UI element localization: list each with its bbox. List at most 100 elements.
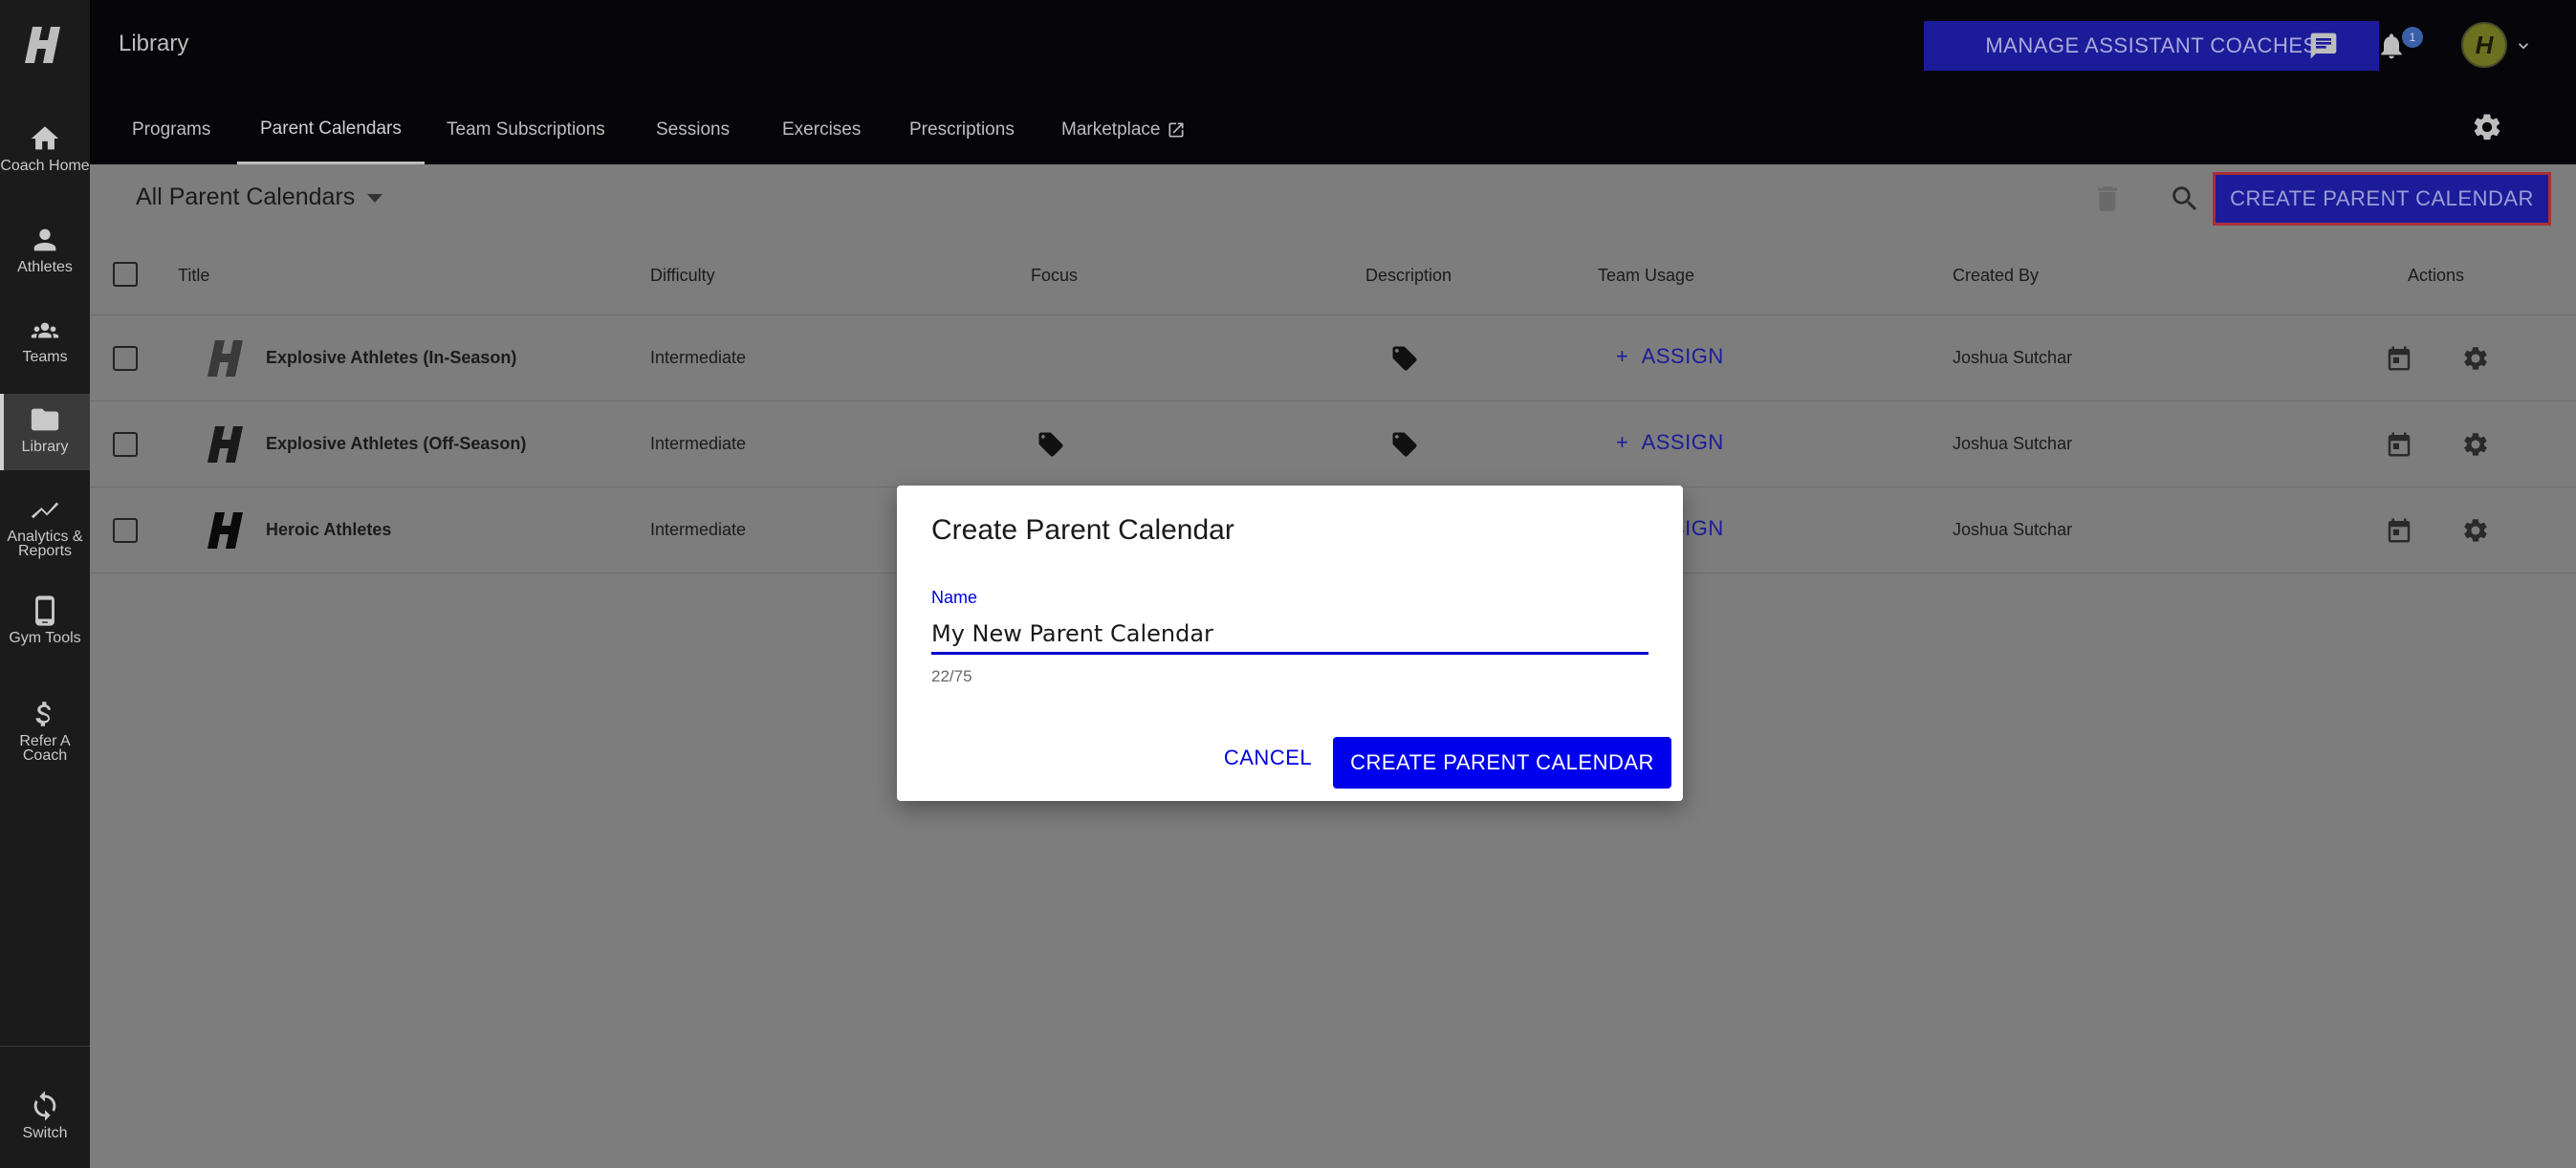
tab-label: Sessions bbox=[656, 119, 731, 140]
create-parent-calendar-confirm-button[interactable]: CREATE PARENT CALENDAR bbox=[1333, 737, 1671, 789]
sidebar-item-label: Coach Home bbox=[0, 158, 90, 174]
assign-button[interactable]: + ASSIGN bbox=[1616, 344, 1724, 369]
trending-up-icon bbox=[31, 502, 59, 519]
hudl-logo-icon[interactable] bbox=[21, 21, 67, 69]
create-parent-calendar-dialog: Create Parent Calendar Name 22/75 CANCEL… bbox=[897, 486, 1683, 801]
calendar-icon[interactable] bbox=[2385, 344, 2413, 373]
notification-badge: 1 bbox=[2402, 27, 2423, 48]
avatar-letter: H bbox=[2475, 30, 2494, 59]
tab-programs[interactable]: Programs bbox=[132, 96, 210, 164]
tag-icon[interactable] bbox=[1390, 430, 1419, 459]
column-header-difficulty[interactable]: Difficulty bbox=[650, 266, 715, 286]
create-parent-calendar-button[interactable]: CREATE PARENT CALENDAR bbox=[2213, 172, 2551, 226]
tab-label: Parent Calendars bbox=[260, 118, 402, 139]
assign-label: ASSIGN bbox=[1641, 344, 1724, 368]
sidebar-item-refer-coach[interactable]: Refer A Coach bbox=[0, 698, 90, 774]
sidebar-item-switch[interactable]: Switch bbox=[0, 1090, 90, 1147]
sidebar: Coach Home Athletes Teams Library Analyt… bbox=[0, 0, 90, 1168]
row-created-by: Joshua Sutchar bbox=[1953, 520, 2073, 539]
row-title[interactable]: Explosive Athletes (In-Season) bbox=[266, 348, 516, 368]
tab-marketplace[interactable]: Marketplace bbox=[1061, 96, 1186, 164]
gear-icon[interactable] bbox=[2461, 516, 2490, 545]
table-row[interactable]: Explosive Athletes (Off-Season) Intermed… bbox=[90, 401, 2576, 487]
cancel-button[interactable]: CANCEL bbox=[1211, 738, 1325, 778]
sidebar-item-library[interactable]: Library bbox=[0, 394, 90, 470]
library-tabs: Programs Parent Calendars Team Subscript… bbox=[90, 96, 1429, 164]
row-checkbox[interactable] bbox=[113, 346, 138, 371]
character-counter: 22/75 bbox=[931, 667, 972, 685]
sidebar-item-label: Refer A Coach bbox=[19, 733, 71, 764]
calendar-icon[interactable] bbox=[2385, 516, 2413, 545]
column-header-focus[interactable]: Focus bbox=[1031, 266, 1078, 286]
name-input[interactable] bbox=[931, 615, 1648, 655]
row-difficulty: Intermediate bbox=[650, 520, 747, 539]
page-title: Library bbox=[119, 31, 189, 56]
search-icon[interactable] bbox=[2169, 182, 2201, 216]
program-logo-icon bbox=[207, 340, 243, 377]
gear-icon[interactable] bbox=[2461, 344, 2490, 373]
tab-label: Prescriptions bbox=[909, 119, 1015, 140]
sidebar-item-athletes[interactable]: Athletes bbox=[0, 224, 90, 291]
sidebar-item-label: Library bbox=[21, 439, 69, 455]
row-created-by: Joshua Sutchar bbox=[1953, 434, 2073, 453]
column-header-created-by[interactable]: Created By bbox=[1953, 266, 2039, 286]
tab-label: Exercises bbox=[782, 119, 862, 140]
row-checkbox[interactable] bbox=[113, 432, 138, 457]
calendar-icon[interactable] bbox=[2385, 430, 2413, 459]
tab-label: Programs bbox=[132, 119, 211, 140]
sidebar-item-gym-tools[interactable]: Gym Tools bbox=[0, 595, 90, 671]
assign-label: ASSIGN bbox=[1641, 430, 1724, 454]
column-header-actions: Actions bbox=[2408, 266, 2465, 285]
tab-parent-calendars[interactable]: Parent Calendars bbox=[237, 96, 425, 164]
table-row[interactable]: Explosive Athletes (In-Season) Intermedi… bbox=[90, 315, 2576, 401]
folder-icon bbox=[31, 408, 59, 431]
tab-prescriptions[interactable]: Prescriptions bbox=[909, 96, 1015, 164]
plus-icon: + bbox=[1616, 344, 1642, 368]
dollar-icon bbox=[35, 702, 51, 726]
tab-sessions[interactable]: Sessions bbox=[656, 96, 730, 164]
chat-icon[interactable] bbox=[2308, 31, 2339, 61]
tab-label: Marketplace bbox=[1061, 119, 1161, 140]
person-icon bbox=[33, 228, 56, 251]
table-header: Title Difficulty Focus Description Team … bbox=[90, 239, 2576, 315]
row-difficulty: Intermediate bbox=[650, 434, 747, 453]
column-header-team-usage[interactable]: Team Usage bbox=[1598, 266, 1694, 286]
tab-exercises[interactable]: Exercises bbox=[782, 96, 861, 164]
row-difficulty: Intermediate bbox=[650, 348, 747, 367]
chevron-down-icon[interactable] bbox=[2513, 36, 2534, 55]
program-logo-icon bbox=[207, 512, 243, 549]
sidebar-item-coach-home[interactable]: Coach Home bbox=[0, 122, 90, 199]
dialog-title: Create Parent Calendar bbox=[931, 514, 1234, 546]
select-all-checkbox[interactable] bbox=[113, 262, 138, 287]
program-logo-icon bbox=[207, 426, 243, 463]
column-header-description[interactable]: Description bbox=[1365, 266, 1452, 286]
tag-icon[interactable] bbox=[1390, 344, 1419, 373]
assign-button[interactable]: + ASSIGN bbox=[1616, 430, 1724, 455]
row-title[interactable]: Heroic Athletes bbox=[266, 520, 391, 540]
tab-team-subscriptions[interactable]: Team Subscriptions bbox=[447, 96, 605, 164]
trash-icon[interactable] bbox=[2091, 182, 2124, 216]
row-checkbox[interactable] bbox=[113, 518, 138, 543]
sidebar-item-teams[interactable]: Teams bbox=[0, 314, 90, 380]
tag-icon[interactable] bbox=[1037, 430, 1065, 459]
sync-icon bbox=[33, 1091, 56, 1121]
avatar[interactable]: H bbox=[2461, 22, 2507, 68]
settings-gear-icon[interactable] bbox=[2471, 111, 2503, 143]
row-title[interactable]: Explosive Athletes (Off-Season) bbox=[266, 434, 526, 454]
row-created-by: Joshua Sutchar bbox=[1953, 348, 2073, 367]
sidebar-item-label: Athletes bbox=[17, 259, 73, 275]
column-header-title[interactable]: Title bbox=[178, 266, 209, 286]
sidebar-item-label: Teams bbox=[22, 349, 68, 365]
sidebar-item-label: Switch bbox=[22, 1125, 68, 1141]
external-link-icon bbox=[1168, 122, 1183, 138]
app-header: Library MANAGE ASSISTANT COACHES 1 H Pro… bbox=[90, 0, 2576, 164]
sidebar-divider bbox=[0, 1046, 90, 1047]
sidebar-item-analytics[interactable]: Analytics & Reports bbox=[0, 493, 90, 570]
phone-icon bbox=[35, 595, 55, 626]
group-icon bbox=[31, 322, 59, 338]
sidebar-item-label: Gym Tools bbox=[9, 630, 81, 646]
tab-label: Team Subscriptions bbox=[447, 119, 605, 140]
calendar-filter-select[interactable]: All Parent Calendars bbox=[136, 184, 355, 211]
caret-down-icon[interactable] bbox=[367, 194, 382, 203]
gear-icon[interactable] bbox=[2461, 430, 2490, 459]
